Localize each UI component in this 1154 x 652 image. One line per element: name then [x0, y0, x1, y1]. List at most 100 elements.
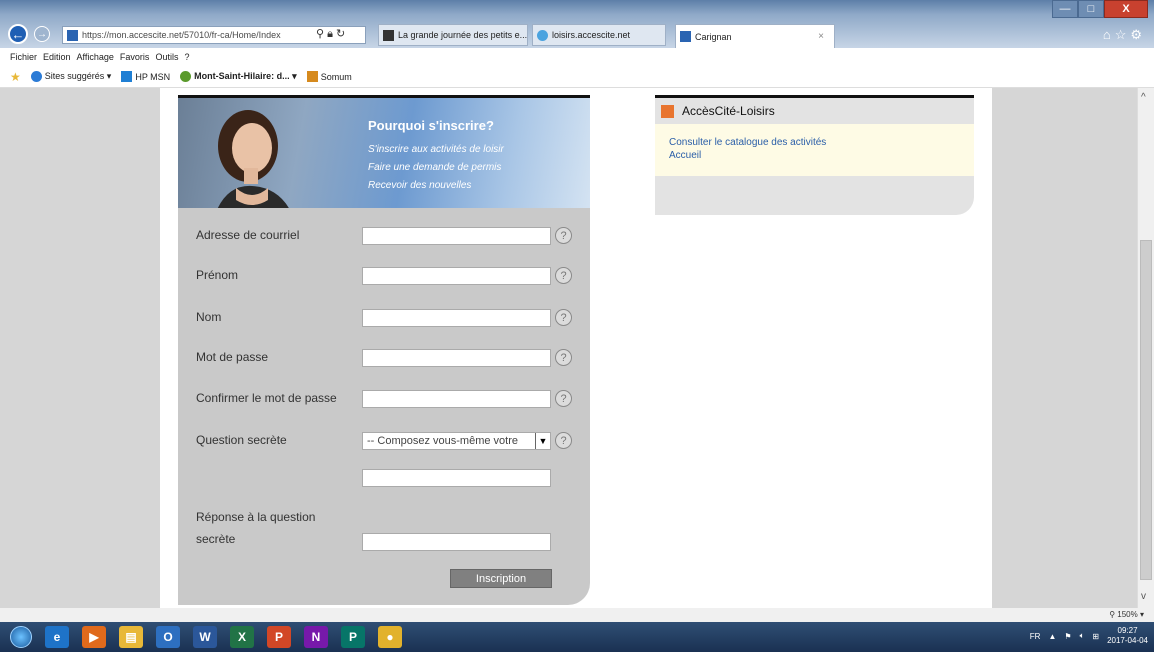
favorite-sites-suggeres[interactable]: Sites suggérés ▾	[30, 71, 111, 82]
taskbar-explorer-icon[interactable]: ▤	[119, 626, 143, 648]
site-icon	[306, 71, 318, 82]
menu-item-outils[interactable]: Outils	[155, 52, 178, 62]
catalogue-link[interactable]: Consulter le catalogue des activités	[669, 136, 960, 149]
close-tab-icon[interactable]: ×	[818, 31, 824, 42]
inscription-button[interactable]: Inscription	[450, 569, 552, 588]
tab-favicon	[680, 31, 691, 42]
back-button[interactable]: ←	[8, 24, 28, 44]
close-window-button[interactable]: X	[1104, 0, 1148, 18]
secret-question-select[interactable]: -- Composez vous-même votre ▼	[362, 432, 551, 450]
vertical-scrollbar[interactable]: ^ v	[1137, 88, 1154, 608]
tab-grande-journee[interactable]: La grande journée des petits e...	[378, 24, 528, 46]
help-icon[interactable]: ?	[555, 267, 572, 284]
secret-question-label: Question secrète	[196, 433, 287, 447]
scroll-up-icon[interactable]: ^	[1141, 92, 1146, 103]
confirm-password-label: Confirmer le mot de passe	[196, 391, 337, 405]
hero-banner: Pourquoi s'inscrire? S'inscrire aux acti…	[178, 98, 590, 208]
chevron-down-icon[interactable]: ▼	[535, 433, 550, 449]
email-field[interactable]	[362, 227, 551, 245]
favorite-somum[interactable]: Somum	[306, 71, 352, 82]
search-icon[interactable]: ⚲	[316, 28, 324, 40]
taskbar: e ▶ ▤ O W X P N P ● FR ▲ ⚑ 🔈︎ ⊞ 09:27 2017-04-04	[0, 622, 1154, 652]
menu-item-affichage[interactable]: Affichage	[77, 52, 114, 62]
show-hidden-icons-icon[interactable]: ▲	[1048, 632, 1056, 641]
favorite-mont-saint-hilaire[interactable]: Mont-Saint-Hilaire: d... ▾	[180, 71, 297, 82]
taskbar-word-icon[interactable]: W	[193, 626, 217, 648]
taskbar-onenote-icon[interactable]: N	[304, 626, 328, 648]
volume-icon[interactable]: 🔈︎	[1080, 631, 1085, 641]
lastname-field[interactable]	[362, 309, 551, 327]
side-panel: AccèsCité-Loisirs Consulter le catalogue…	[655, 95, 974, 215]
favorites-star-icon[interactable]: ☆	[1115, 27, 1131, 42]
home-icon[interactable]: ⌂	[1103, 27, 1115, 42]
favorite-hp-msn[interactable]: HP MSN	[121, 71, 170, 82]
side-panel-title: AccèsCité-Loisirs	[682, 104, 775, 118]
clock[interactable]: 09:27 2017-04-04	[1107, 626, 1148, 646]
start-button[interactable]	[10, 626, 32, 648]
refresh-icon[interactable]: ↻	[336, 28, 345, 40]
password-field[interactable]	[362, 349, 551, 367]
answer-field[interactable]	[362, 533, 551, 551]
menu-item-edition[interactable]: Edition	[43, 52, 71, 62]
taskbar-ie-icon[interactable]: e	[45, 626, 69, 648]
tab-carignan[interactable]: Carignan ×	[675, 24, 835, 48]
address-tools[interactable]: ⚲ 🔒︎ ↻	[316, 27, 345, 41]
flag-icon[interactable]: ⚑	[1064, 632, 1071, 641]
custom-question-field[interactable]	[362, 469, 551, 487]
language-indicator[interactable]: FR	[1030, 632, 1041, 641]
help-icon[interactable]: ?	[555, 390, 572, 407]
forward-button[interactable]: →	[34, 26, 50, 42]
password-label: Mot de passe	[196, 350, 269, 364]
menu-item-favoris[interactable]: Favoris	[120, 52, 150, 62]
hero-line: Faire une demande de permis	[368, 162, 502, 173]
tab-label: loisirs.accescite.net	[552, 30, 631, 40]
orange-square-icon	[661, 104, 674, 118]
browser-titlebar: ← → https://mon.accescite.net/57010/fr-c…	[0, 0, 1154, 48]
answer-label: Réponse à la question	[196, 510, 316, 524]
tab-label: Carignan	[695, 31, 732, 42]
favorites-star-icon[interactable]: ★	[10, 70, 21, 84]
clock-date: 2017-04-04	[1107, 636, 1148, 645]
help-icon[interactable]: ?	[555, 349, 572, 366]
maximize-button[interactable]: □	[1078, 0, 1104, 18]
side-panel-links: Consulter le catalogue des activités Acc…	[655, 124, 974, 176]
accueil-link[interactable]: Accueil	[669, 149, 960, 162]
hero-line: Recevoir des nouvelles	[368, 180, 472, 191]
taskbar-excel-icon[interactable]: X	[230, 626, 254, 648]
window-controls: — □ X	[1052, 0, 1148, 18]
answer-label-cont: secrète	[196, 532, 236, 546]
ie-icon	[30, 71, 42, 82]
clock-time: 09:27	[1117, 626, 1138, 635]
taskbar-outlook-icon[interactable]: O	[156, 626, 180, 648]
tab-loisirs[interactable]: loisirs.accescite.net	[532, 24, 666, 46]
taskbar-publisher-icon[interactable]: P	[341, 626, 365, 648]
email-label: Adresse de courriel	[196, 228, 300, 242]
taskbar-powerpoint-icon[interactable]: P	[267, 626, 291, 648]
gear-icon[interactable]: ⚙	[1130, 27, 1146, 42]
confirm-password-field[interactable]	[362, 390, 551, 408]
menu-bar: Fichier Edition Affichage Favoris Outils…	[0, 48, 1154, 66]
lastname-label: Nom	[196, 310, 222, 324]
zoom-level[interactable]: ⚲ 150% ▾	[1109, 610, 1144, 619]
firstname-label: Prénom	[196, 268, 239, 282]
page-viewport: Pourquoi s'inscrire? S'inscrire aux acti…	[0, 88, 1154, 608]
system-tray: FR ▲ ⚑ 🔈︎ ⊞ 09:27 2017-04-04	[1030, 626, 1148, 646]
registration-panel: Pourquoi s'inscrire? S'inscrire aux acti…	[178, 95, 590, 605]
firstname-field[interactable]	[362, 267, 551, 285]
help-icon[interactable]: ?	[555, 227, 572, 244]
site-icon	[67, 29, 78, 41]
menu-item-help[interactable]: ?	[184, 52, 189, 62]
scroll-down-icon[interactable]: v	[1141, 591, 1146, 602]
help-icon[interactable]: ?	[555, 309, 572, 326]
secret-question-selected: -- Composez vous-même votre	[367, 435, 518, 447]
help-icon[interactable]: ?	[555, 432, 572, 449]
menu-item-fichier[interactable]: Fichier	[10, 52, 37, 62]
taskbar-chrome-icon[interactable]: ●	[378, 626, 402, 648]
scrollbar-thumb[interactable]	[1140, 240, 1152, 580]
browser-toolbar-icons: ⌂☆⚙	[1103, 27, 1146, 43]
lock-icon: 🔒︎	[327, 28, 333, 40]
taskbar-media-icon[interactable]: ▶	[82, 626, 106, 648]
tab-label: La grande journée des petits e...	[398, 30, 528, 40]
network-icon[interactable]: ⊞	[1092, 632, 1099, 641]
minimize-button[interactable]: —	[1052, 0, 1078, 18]
